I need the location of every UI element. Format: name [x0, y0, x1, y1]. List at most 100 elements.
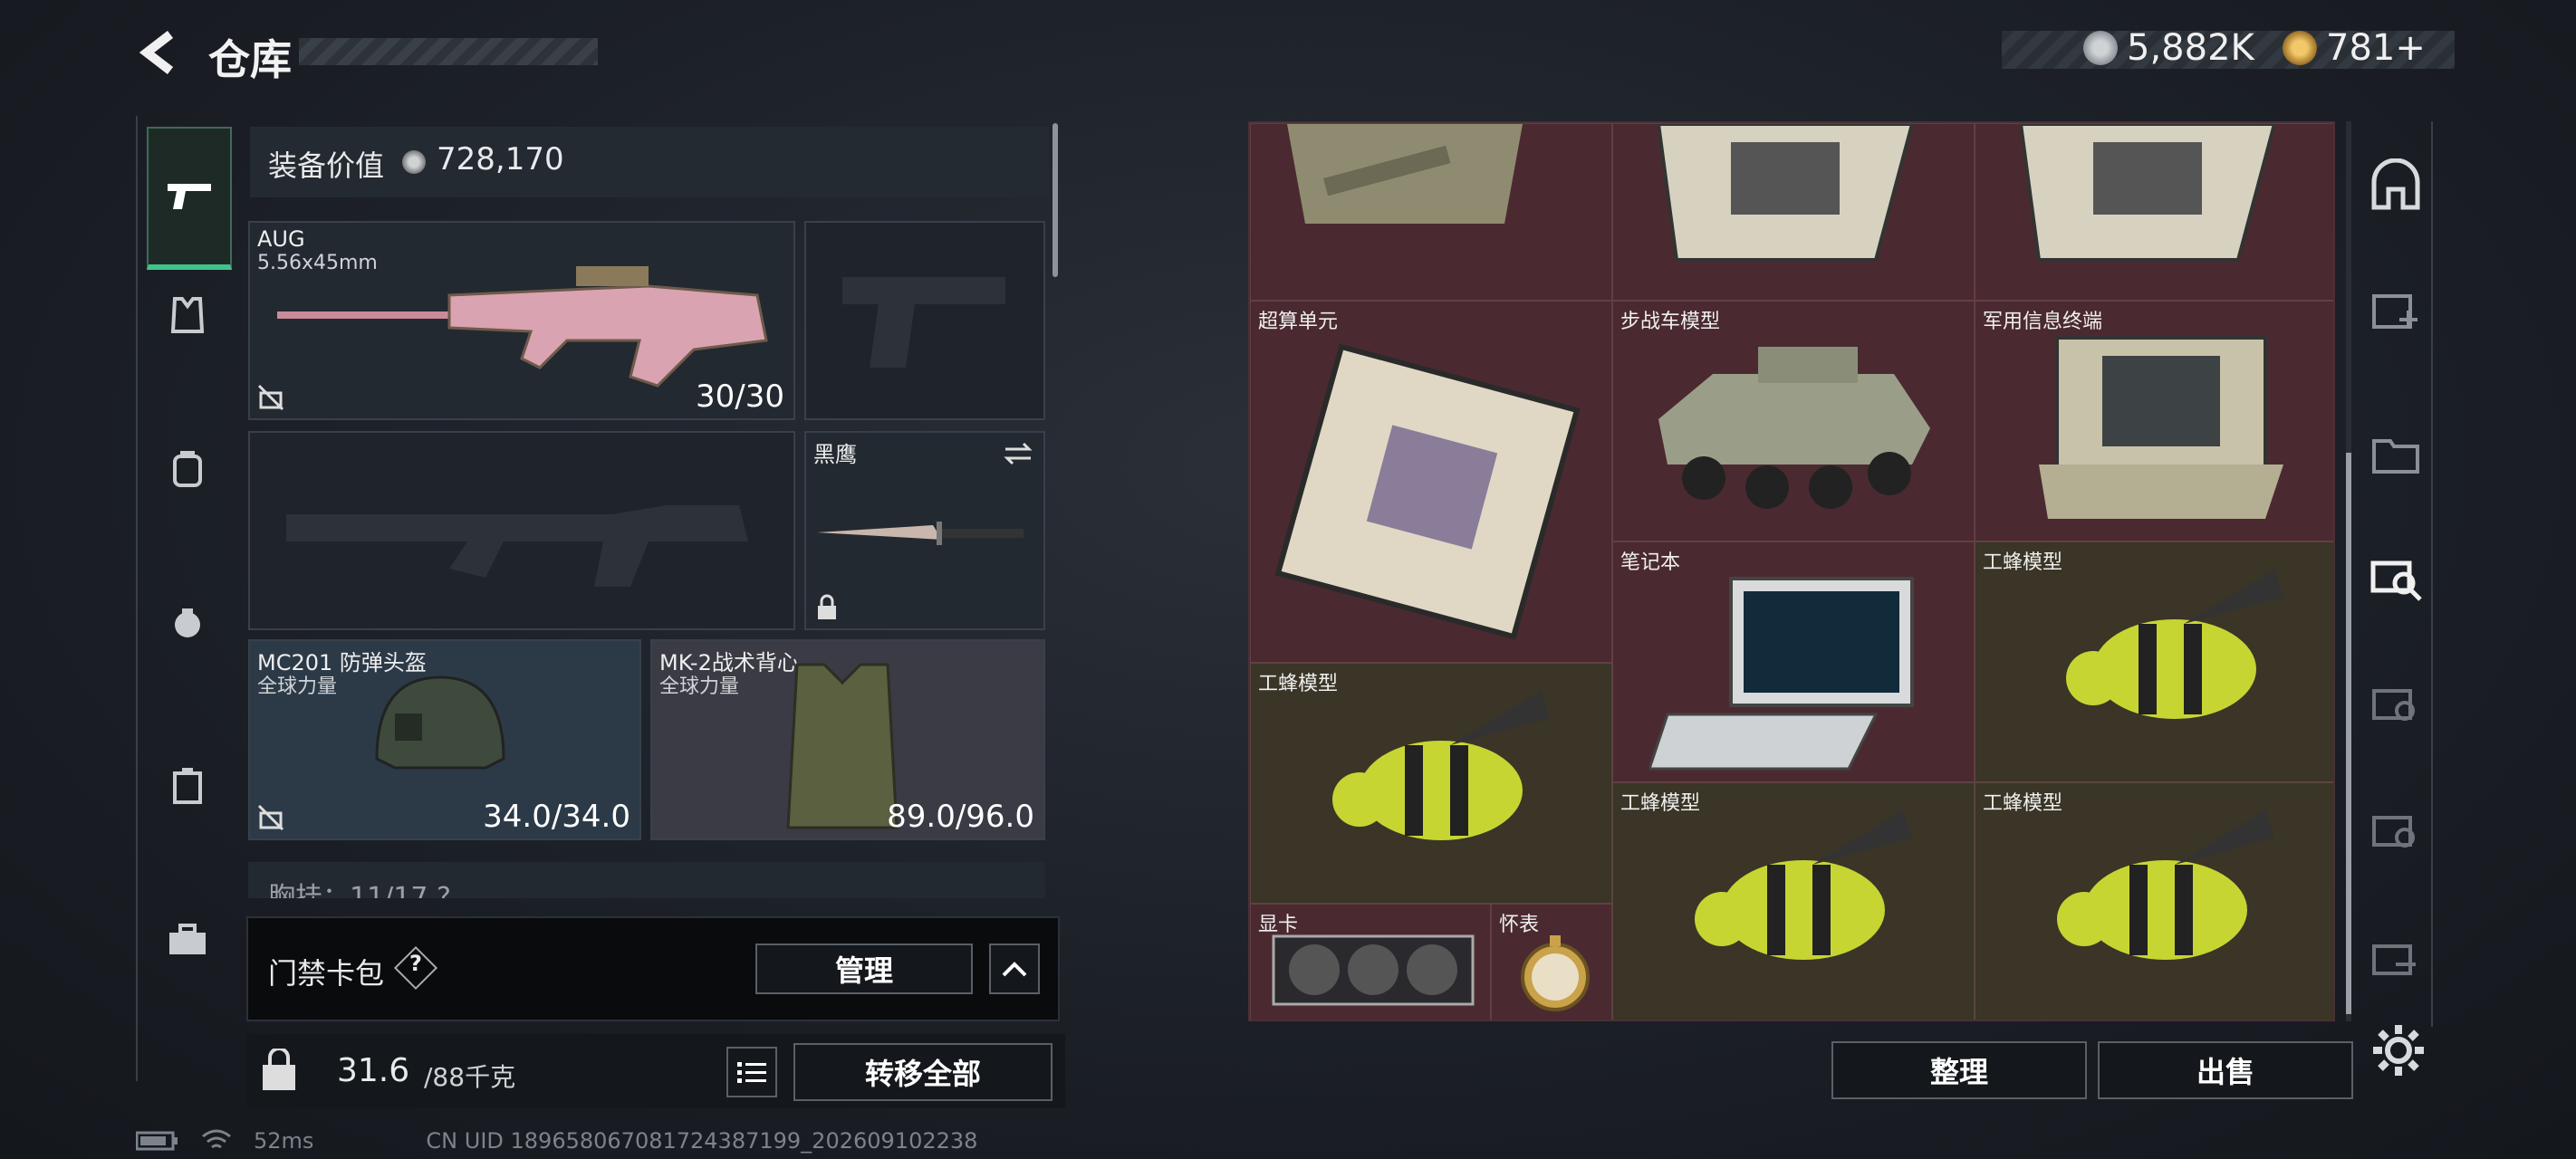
bee-model-image — [1695, 810, 1912, 960]
help-mark: ? — [409, 951, 422, 976]
equipment-value: 728,170 — [437, 141, 564, 177]
token-balance[interactable]: 781+ — [2283, 27, 2426, 69]
sidebar-item-container[interactable] — [147, 741, 228, 831]
swap-icon[interactable] — [1002, 440, 1034, 467]
gpu-image — [1272, 934, 1475, 1006]
terminal-image — [2039, 336, 2283, 519]
sidebar-item-armor[interactable] — [147, 270, 228, 360]
page-title: 仓库 — [208, 35, 292, 84]
backpack-icon — [173, 451, 202, 487]
equipment-value-label: 装备价值 — [268, 148, 385, 183]
stash-item-worker-bee-2[interactable]: 工蜂模型 — [1250, 663, 1612, 904]
gear-icon[interactable] — [2371, 1023, 2426, 1078]
sell-button[interactable]: 出售 — [2098, 1041, 2353, 1099]
coin-icon — [402, 150, 426, 174]
stash-item-ifv-model[interactable]: 步战车模型 — [1612, 301, 1975, 541]
sidebar-item-weapons[interactable] — [147, 127, 232, 270]
coin-amount: 5,882K — [2127, 27, 2254, 69]
vest-slot[interactable]: MK-2战术背心 全球力量 89.0/96.0 — [650, 639, 1045, 840]
list-view-button[interactable] — [726, 1047, 777, 1097]
chevron-up-icon — [1002, 962, 1027, 977]
manage-button[interactable]: 管理 — [755, 943, 973, 994]
tab-home[interactable] — [2364, 154, 2427, 217]
bee-model-image — [1332, 691, 1550, 840]
equipment-value-bar: 装备价值 728,170 — [250, 127, 1049, 197]
helmet-image — [375, 675, 505, 770]
melee-name: 黑鹰 — [813, 442, 857, 467]
token-icon — [2283, 31, 2317, 65]
back-icon[interactable] — [134, 27, 185, 78]
stash-item-supercomputer[interactable]: 超算单元 — [1250, 301, 1612, 663]
lock-icon — [818, 594, 836, 619]
secondary-weapon-slot[interactable] — [248, 431, 795, 630]
stash-gt-icon — [2372, 944, 2416, 975]
collapse-button[interactable] — [989, 943, 1040, 994]
knife-image — [817, 522, 1024, 545]
chest-rig-row[interactable]: 胸挂：11/17 ? — [248, 862, 1045, 898]
token-amount: 781+ — [2326, 27, 2426, 69]
stash-item-pocket-watch[interactable]: 怀表 — [1491, 904, 1612, 1020]
tab-stash-4b[interactable] — [2364, 797, 2427, 860]
tab-stash-5-active[interactable] — [2364, 543, 2427, 607]
sidebar-item-pouch[interactable] — [147, 578, 228, 668]
pouch-icon — [175, 608, 200, 637]
vest-durability: 89.0/96.0 — [887, 799, 1034, 835]
sidebar-item-backpack[interactable] — [147, 424, 228, 514]
weight-current: 31.6 — [337, 1052, 410, 1089]
helmet-slot[interactable]: MC201 防弹头盔 全球力量 34.0/34.0 — [248, 639, 641, 840]
stash-item-worker-bee-3[interactable]: 工蜂模型 — [1612, 782, 1975, 1020]
coin-balance[interactable]: 5,882K — [2083, 27, 2254, 69]
wifi-icon — [202, 1129, 231, 1149]
sidearm-slot[interactable] — [804, 221, 1045, 420]
title-decoration — [299, 38, 598, 65]
tab-stash-5b[interactable] — [2364, 670, 2427, 733]
pistol-placeholder-icon — [842, 277, 1005, 368]
sidebar-item-toolbox[interactable] — [147, 895, 228, 985]
stash-scrollbar-thumb[interactable] — [2346, 453, 2351, 1014]
weight-bar: 31.6 /88千克 转移全部 — [246, 1034, 1065, 1108]
tab-stash-4-folder[interactable] — [2364, 420, 2427, 484]
stash-item-military-terminal[interactable]: 军用信息终端 — [1975, 301, 2333, 541]
ifv-model-image — [1658, 347, 1930, 509]
tank-model-image — [1287, 124, 1523, 224]
keycard-label: 门禁卡包 — [268, 956, 385, 991]
stash-grid: 超算单元 步战车模型 军用信息终端 笔记本 工蜂模型 工蜂模型 工蜂模型 工蜂模… — [1248, 121, 2335, 1021]
weight-lock-icon — [263, 1049, 295, 1090]
sort-button[interactable]: 整理 — [1831, 1041, 2087, 1099]
stash-settings-icon — [2372, 689, 2415, 721]
primary-weapon-slot[interactable]: AUG 5.56x45mm 30/30 — [248, 221, 795, 420]
home-icon — [2371, 158, 2420, 210]
tab-stash-4-add[interactable] — [2364, 275, 2427, 339]
chest-rig-label: 胸挂：11/17 ? — [268, 882, 451, 898]
uid-text: CN UID 1896580670817243871​99_2026091022… — [426, 1128, 978, 1154]
stash-settings-icon — [2372, 816, 2415, 848]
transfer-all-button[interactable]: 转移全部 — [793, 1043, 1053, 1101]
unlock-icon — [257, 384, 284, 411]
stash-item-tank-partial[interactable] — [1250, 123, 1612, 301]
container-icon — [173, 768, 202, 804]
stash-item-compute-partial-1[interactable] — [1612, 123, 1975, 301]
aug-rifle-image — [277, 266, 768, 388]
folder-icon — [2372, 439, 2419, 474]
stash-item-worker-bee-1[interactable]: 工蜂模型 — [1975, 541, 2333, 782]
unlock-icon — [257, 804, 284, 831]
rifle-placeholder-icon — [286, 505, 748, 587]
bee-model-image — [2057, 810, 2274, 960]
stash-item-worker-bee-4[interactable]: 工蜂模型 — [1975, 782, 2333, 1020]
circuit-board-image — [2018, 124, 2277, 262]
ammo-count: 30/30 — [696, 378, 784, 415]
stash-item-graphics-card[interactable]: 显卡 — [1250, 904, 1491, 1020]
tab-stash-gt[interactable] — [2364, 924, 2427, 987]
pocket-watch-image — [1521, 935, 1590, 1011]
melee-slot[interactable]: 黑鹰 — [804, 431, 1045, 630]
stash-add-icon — [2372, 294, 2417, 329]
stash-item-compute-partial-2[interactable] — [1975, 123, 2333, 301]
bee-model-image — [2066, 570, 2283, 719]
list-icon — [737, 1062, 766, 1083]
vest-icon — [170, 297, 205, 333]
battery-icon — [136, 1131, 178, 1151]
stash-item-laptop[interactable]: 笔记本 — [1612, 541, 1975, 782]
weight-max: /88千克 — [424, 1062, 516, 1092]
toolbox-icon — [169, 924, 206, 954]
equipment-scrollbar[interactable] — [1053, 123, 1058, 277]
